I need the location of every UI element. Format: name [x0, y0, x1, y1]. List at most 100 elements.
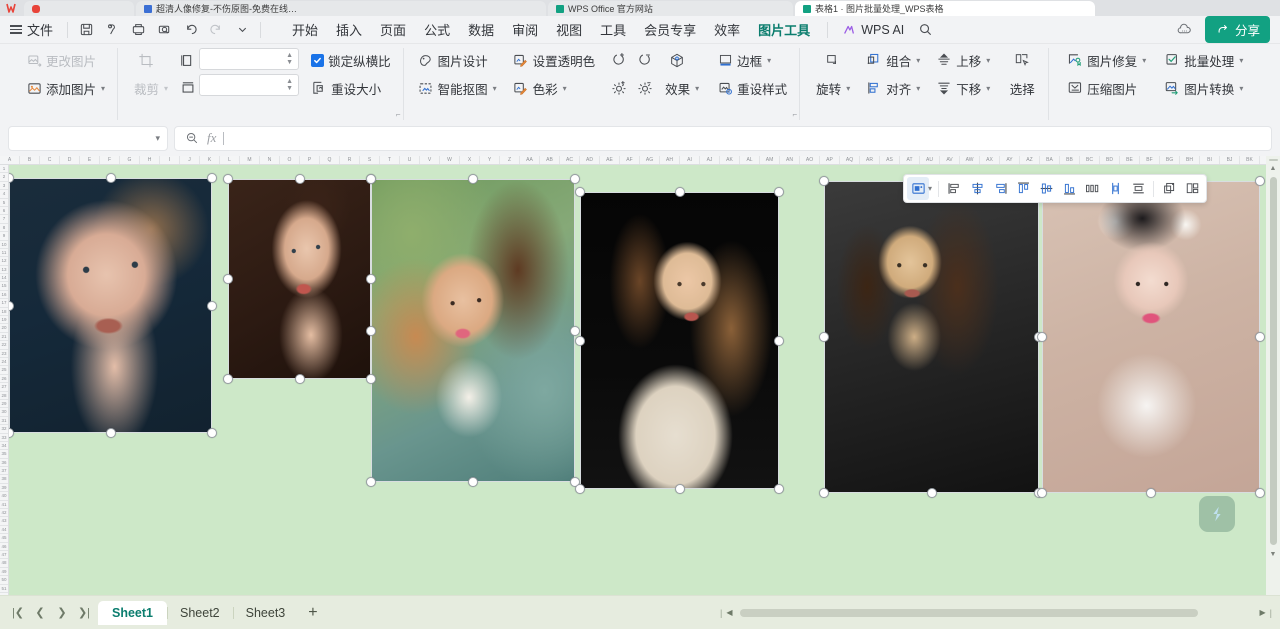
column-header-AW[interactable]: AW — [960, 156, 980, 164]
scroll-up-arrow[interactable]: ▲ — [1270, 161, 1277, 175]
row-header-22[interactable]: 22 — [0, 341, 8, 350]
row-header-28[interactable]: 28 — [0, 392, 8, 400]
set-transparent-color-button[interactable]: 设置透明色 — [507, 48, 602, 72]
column-header-Z[interactable]: Z — [500, 156, 520, 164]
row-header-34[interactable]: 34 — [0, 442, 8, 451]
row-header-13[interactable]: 13 — [0, 266, 8, 275]
picture-portrait-2[interactable] — [228, 179, 371, 379]
resize-handle-portrait-4-0[interactable] — [575, 187, 585, 197]
column-header-AC[interactable]: AC — [560, 156, 580, 164]
shape-height-stepper[interactable]: ▲ ▼ — [199, 74, 300, 96]
prev-sheet-button[interactable]: ❮ — [30, 603, 50, 623]
decrease-brightness-button[interactable] — [633, 76, 657, 100]
row-header-47[interactable]: 47 — [0, 551, 8, 560]
column-header-AU[interactable]: AU — [920, 156, 940, 164]
column-header-Q[interactable]: Q — [320, 156, 340, 164]
row-header-12[interactable]: 12 — [0, 257, 8, 266]
select-pane-button[interactable]: 选择 — [1004, 76, 1041, 100]
row-header-2[interactable]: 2 — [0, 173, 8, 182]
resize-handle-portrait-4-4[interactable] — [774, 335, 784, 346]
window-tab[interactable]: 超清人像修复-不伤原图-免费在线… — [136, 1, 546, 16]
resize-handle-portrait-1-7[interactable] — [207, 428, 217, 438]
row-header-30[interactable]: 30 — [0, 408, 8, 417]
column-header-AK[interactable]: AK — [720, 156, 740, 164]
row-header-17[interactable]: 17 — [0, 299, 8, 308]
column-header-AJ[interactable]: AJ — [700, 156, 720, 164]
formula-search-icon[interactable] — [184, 130, 200, 146]
resize-handle-portrait-2-7[interactable] — [366, 374, 376, 384]
stepper-arrows[interactable]: ▲ ▼ — [284, 52, 298, 66]
shape-width-stepper[interactable]: ▲ ▼ — [199, 48, 300, 70]
resize-handle-portrait-5-5[interactable] — [819, 488, 829, 498]
resize-handle-portrait-6-5[interactable] — [1037, 488, 1047, 498]
resize-handle-portrait-4-1[interactable] — [674, 187, 685, 197]
distribute-vertical-spacing-button[interactable] — [1104, 177, 1126, 200]
tab-工具[interactable]: 工具 — [591, 17, 635, 42]
row-header-49[interactable]: 49 — [0, 568, 8, 577]
effects-button[interactable]: 效果 ▾ — [659, 76, 705, 100]
row-header-33[interactable]: 33 — [0, 434, 8, 442]
column-header-AB[interactable]: AB — [540, 156, 560, 164]
resize-handle-portrait-1-1[interactable] — [105, 173, 116, 183]
vertical-scroll-thumb[interactable] — [1269, 177, 1277, 545]
group-objects-button[interactable] — [1158, 177, 1180, 200]
crop-button[interactable]: 裁剪 ▾ — [128, 76, 174, 100]
scroll-right-arrow[interactable]: ▶ — [1260, 608, 1266, 617]
column-header-AQ[interactable]: AQ — [840, 156, 860, 164]
row-header-50[interactable]: 50 — [0, 576, 8, 585]
sheet-tab-sheet1[interactable]: Sheet1 — [98, 600, 167, 625]
resize-handle-portrait-6-3[interactable] — [1037, 332, 1047, 342]
resize-handle-portrait-3-5[interactable] — [366, 477, 376, 487]
row-header-41[interactable]: 41 — [0, 501, 8, 510]
column-header-AO[interactable]: AO — [800, 156, 820, 164]
row-header-8[interactable]: 8 — [0, 224, 8, 233]
increase-contrast-button[interactable] — [607, 48, 631, 72]
picture-portrait-1[interactable] — [9, 178, 212, 433]
file-menu-button[interactable]: 文件 — [0, 20, 61, 39]
column-header-V[interactable]: V — [420, 156, 440, 164]
chevron-down-icon[interactable] — [230, 19, 254, 41]
row-header-15[interactable]: 15 — [0, 282, 8, 291]
column-header-F[interactable]: F — [100, 156, 120, 164]
resize-handle-portrait-3-4[interactable] — [570, 325, 580, 336]
tab-效率[interactable]: 效率 — [705, 17, 749, 42]
resize-handle-portrait-3-0[interactable] — [366, 174, 376, 184]
search-icon[interactable] — [913, 19, 937, 41]
column-header-H[interactable]: H — [140, 156, 160, 164]
column-headers[interactable]: A B C D E F G H I J K L M N O P Q R S T U V W X Y Z AA AB AC AD AE AF AG… — [0, 156, 1280, 165]
resize-handle-portrait-4-5[interactable] — [575, 484, 585, 494]
undo-icon[interactable] — [178, 19, 202, 41]
resize-handle-portrait-5-6[interactable] — [926, 488, 937, 498]
add-sheet-button[interactable]: + — [298, 604, 327, 621]
column-header-AX[interactable]: AX — [980, 156, 1000, 164]
column-header-G[interactable]: G — [120, 156, 140, 164]
row-header-27[interactable]: 27 — [0, 383, 8, 392]
first-sheet-button[interactable]: |❮ — [8, 603, 28, 623]
cloud-sync-icon[interactable] — [100, 19, 124, 41]
save-icon[interactable] — [74, 19, 98, 41]
picture-convert-button[interactable]: 图片转换 ▾ — [1158, 76, 1249, 100]
resize-handle-portrait-1-5[interactable] — [9, 428, 14, 438]
sheet-canvas[interactable] — [9, 165, 1266, 595]
column-header-K[interactable]: K — [200, 156, 220, 164]
tab-公式[interactable]: 公式 — [415, 17, 459, 42]
horizontal-scrollbar[interactable]: | ◀ ▶ | — [720, 608, 1280, 618]
print-icon[interactable] — [126, 19, 150, 41]
column-header-AL[interactable]: AL — [740, 156, 760, 164]
picture-portrait-5[interactable] — [824, 181, 1039, 493]
resize-handle-portrait-4-2[interactable] — [774, 187, 784, 197]
row-header-7[interactable]: 7 — [0, 215, 8, 224]
column-header-BB[interactable]: BB — [1060, 156, 1080, 164]
color-button[interactable]: 色彩 ▾ — [507, 76, 602, 100]
resize-handle-portrait-1-2[interactable] — [207, 173, 217, 183]
smart-cutout-button[interactable]: 智能抠图 ▾ — [412, 76, 503, 100]
row-header-6[interactable]: 6 — [0, 207, 8, 216]
row-header-5[interactable]: 5 — [0, 199, 8, 207]
column-header-J[interactable]: J — [180, 156, 200, 164]
decrease-contrast-button[interactable] — [633, 48, 657, 72]
tab-页面[interactable]: 页面 — [371, 17, 415, 42]
resize-handle-portrait-1-4[interactable] — [207, 300, 217, 311]
row-header-51[interactable]: 51 — [0, 585, 8, 593]
row-header-31[interactable]: 31 — [0, 417, 8, 426]
row-header-20[interactable]: 20 — [0, 324, 8, 333]
